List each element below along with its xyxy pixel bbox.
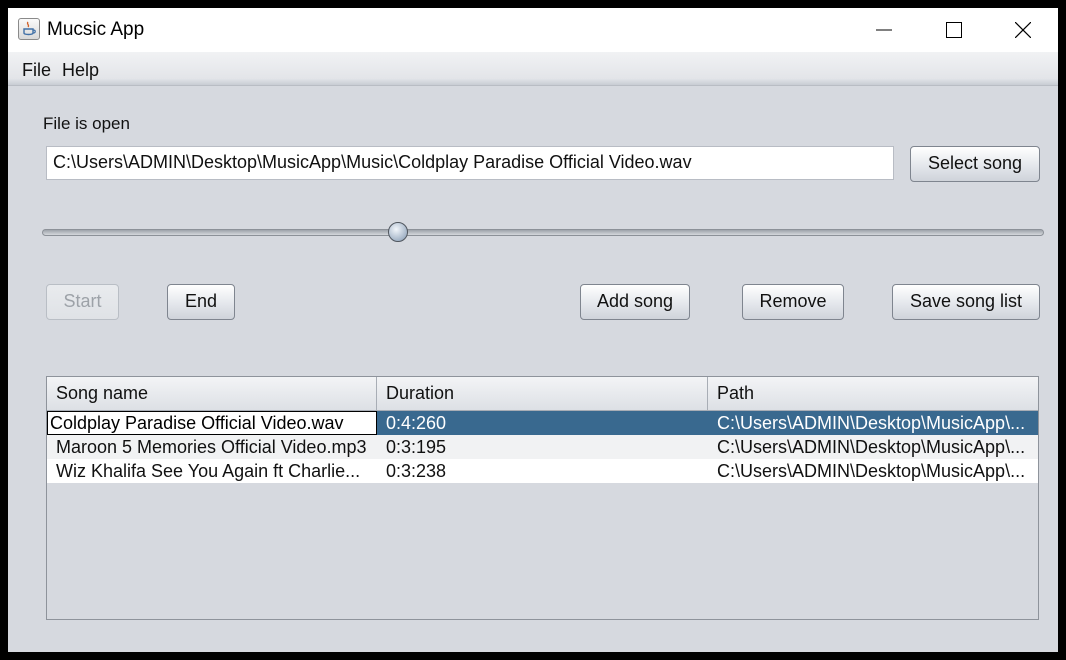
seek-slider-track[interactable] <box>42 229 1044 236</box>
start-button[interactable]: Start <box>46 284 119 320</box>
app-window: Mucsic App File Help File is open C:\Use… <box>8 8 1058 652</box>
seek-slider-thumb[interactable] <box>387 222 408 242</box>
table-row[interactable]: Coldplay Paradise Official Video.wav 0:4… <box>47 411 1038 435</box>
close-button[interactable] <box>988 8 1058 52</box>
cell-path[interactable]: C:\Users\ADMIN\Desktop\MusicApp\... <box>708 411 1038 435</box>
column-header-song-name[interactable]: Song name <box>47 377 377 410</box>
menu-file[interactable]: File <box>22 60 51 81</box>
cell-song-name[interactable]: Maroon 5 Memories Official Video.mp3 <box>47 435 377 459</box>
remove-button[interactable]: Remove <box>742 284 844 320</box>
file-path-field[interactable]: C:\Users\ADMIN\Desktop\MusicApp\Music\Co… <box>46 146 894 180</box>
column-header-path[interactable]: Path <box>708 377 1038 410</box>
java-cup-icon <box>18 18 40 40</box>
column-header-duration[interactable]: Duration <box>377 377 708 410</box>
minimize-button[interactable] <box>849 8 919 52</box>
cell-song-name[interactable]: Coldplay Paradise Official Video.wav <box>47 411 377 435</box>
song-table: Song name Duration Path Coldplay Paradis… <box>46 376 1039 620</box>
menu-help[interactable]: Help <box>62 60 99 81</box>
menu-bar: File Help <box>8 52 1058 86</box>
table-header: Song name Duration Path <box>47 377 1038 411</box>
cell-duration[interactable]: 0:3:195 <box>377 435 708 459</box>
window-title: Mucsic App <box>47 19 145 40</box>
table-row[interactable]: Maroon 5 Memories Official Video.mp3 0:3… <box>47 435 1038 459</box>
maximize-icon <box>946 22 962 38</box>
cell-duration[interactable]: 0:4:260 <box>377 411 708 435</box>
close-icon <box>1015 22 1031 38</box>
cell-path[interactable]: C:\Users\ADMIN\Desktop\MusicApp\... <box>708 435 1038 459</box>
title-bar: Mucsic App <box>8 8 1058 52</box>
maximize-button[interactable] <box>919 8 989 52</box>
cell-path[interactable]: C:\Users\ADMIN\Desktop\MusicApp\... <box>708 459 1038 483</box>
cell-song-name[interactable]: Wiz Khalifa See You Again ft Charlie... <box>47 459 377 483</box>
select-song-button[interactable]: Select song <box>910 146 1040 182</box>
end-button[interactable]: End <box>167 284 235 320</box>
status-label: File is open <box>43 114 130 133</box>
add-song-button[interactable]: Add song <box>580 284 690 320</box>
cell-duration[interactable]: 0:3:238 <box>377 459 708 483</box>
table-row[interactable]: Wiz Khalifa See You Again ft Charlie... … <box>47 459 1038 483</box>
minimize-icon <box>876 29 892 31</box>
save-song-list-button[interactable]: Save song list <box>892 284 1040 320</box>
